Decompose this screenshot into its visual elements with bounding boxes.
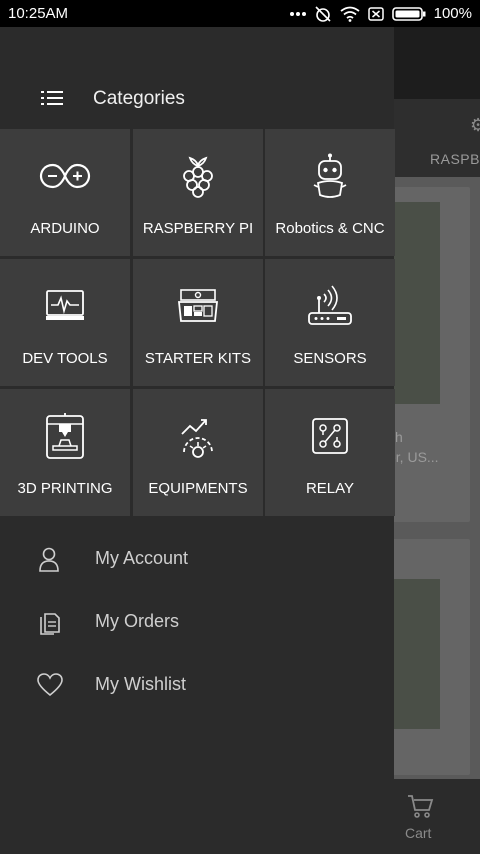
robot-icon: [265, 151, 395, 201]
cart-label[interactable]: Cart: [405, 825, 431, 841]
drawer-title: Categories: [93, 88, 185, 109]
menu-item-label: My Account: [95, 548, 189, 568]
category-label: EQUIPMENTS: [148, 480, 248, 497]
status-time: 10:25AM: [8, 5, 69, 22]
category-label: SENSORS: [293, 350, 367, 367]
background-tab-label[interactable]: RASPB: [430, 151, 480, 167]
category-label: STARTER KITS: [144, 350, 252, 367]
3d-printer-icon: [0, 411, 130, 461]
alarm-off-icon: [314, 5, 332, 23]
category-label: Robotics & CNC: [275, 220, 385, 237]
sim-off-icon: [367, 6, 384, 22]
status-bar: 10:25AM 100%: [0, 0, 480, 27]
category-tile-relay[interactable]: RELAY: [265, 389, 395, 516]
menu-item-my-account[interactable]: My Account: [0, 532, 394, 584]
arduino-infinity-icon: [0, 151, 130, 201]
category-tile-dev-tools[interactable]: DEV TOOLS: [0, 259, 130, 386]
category-tile-3d-printing[interactable]: 3D PRINTING: [0, 389, 130, 516]
list-menu-icon[interactable]: [41, 90, 63, 111]
category-label: RELAY: [305, 480, 355, 497]
category-tile-equipments[interactable]: EQUIPMENTS: [133, 389, 263, 516]
menu-item-my-orders[interactable]: My Orders: [0, 595, 394, 647]
orders-icon: [36, 609, 62, 640]
menu-item-my-wishlist[interactable]: My Wishlist: [0, 658, 394, 710]
battery-percent: 100%: [433, 5, 472, 22]
category-tile-starter-kits[interactable]: STARTER KITS: [133, 259, 263, 386]
battery-icon: [391, 6, 426, 22]
more-dots-icon: [289, 11, 306, 17]
gear-chart-icon: [133, 411, 263, 461]
raspberry-icon: [133, 151, 263, 201]
router-signal-icon: [265, 281, 395, 331]
raspberry-tab-icon: ⚙: [470, 115, 480, 135]
wifi-icon: [340, 6, 360, 22]
circuit-board-icon: [265, 411, 395, 461]
category-tile-raspberry-pi[interactable]: RASPBERRY PI: [133, 129, 263, 256]
navigation-drawer: Categories ARDUINO RASPBERRY PI Robotics…: [0, 27, 395, 854]
product-image: [388, 579, 440, 729]
cart-icon[interactable]: [406, 793, 434, 824]
menu-item-label: My Orders: [95, 611, 180, 631]
drawer-header: Categories: [0, 27, 394, 129]
person-icon: [36, 546, 62, 577]
category-label: DEV TOOLS: [22, 350, 108, 367]
category-tile-sensors[interactable]: SENSORS: [265, 259, 395, 386]
kit-box-icon: [133, 281, 263, 331]
category-tile-robotics-cnc[interactable]: Robotics & CNC: [265, 129, 395, 256]
menu-item-label: My Wishlist: [95, 674, 186, 694]
monitor-waveform-icon: [0, 281, 130, 331]
category-label: 3D PRINTING: [17, 480, 113, 497]
product-image: [388, 202, 440, 404]
heart-icon: [36, 672, 64, 703]
category-label: RASPBERRY PI: [142, 220, 254, 237]
category-grid: ARDUINO RASPBERRY PI Robotics & CNC DEV …: [0, 129, 395, 516]
product-title: ith er, US...: [388, 429, 439, 465]
category-tile-arduino[interactable]: ARDUINO: [0, 129, 130, 256]
category-label: ARDUINO: [30, 220, 100, 237]
status-icons: 100%: [289, 5, 472, 23]
